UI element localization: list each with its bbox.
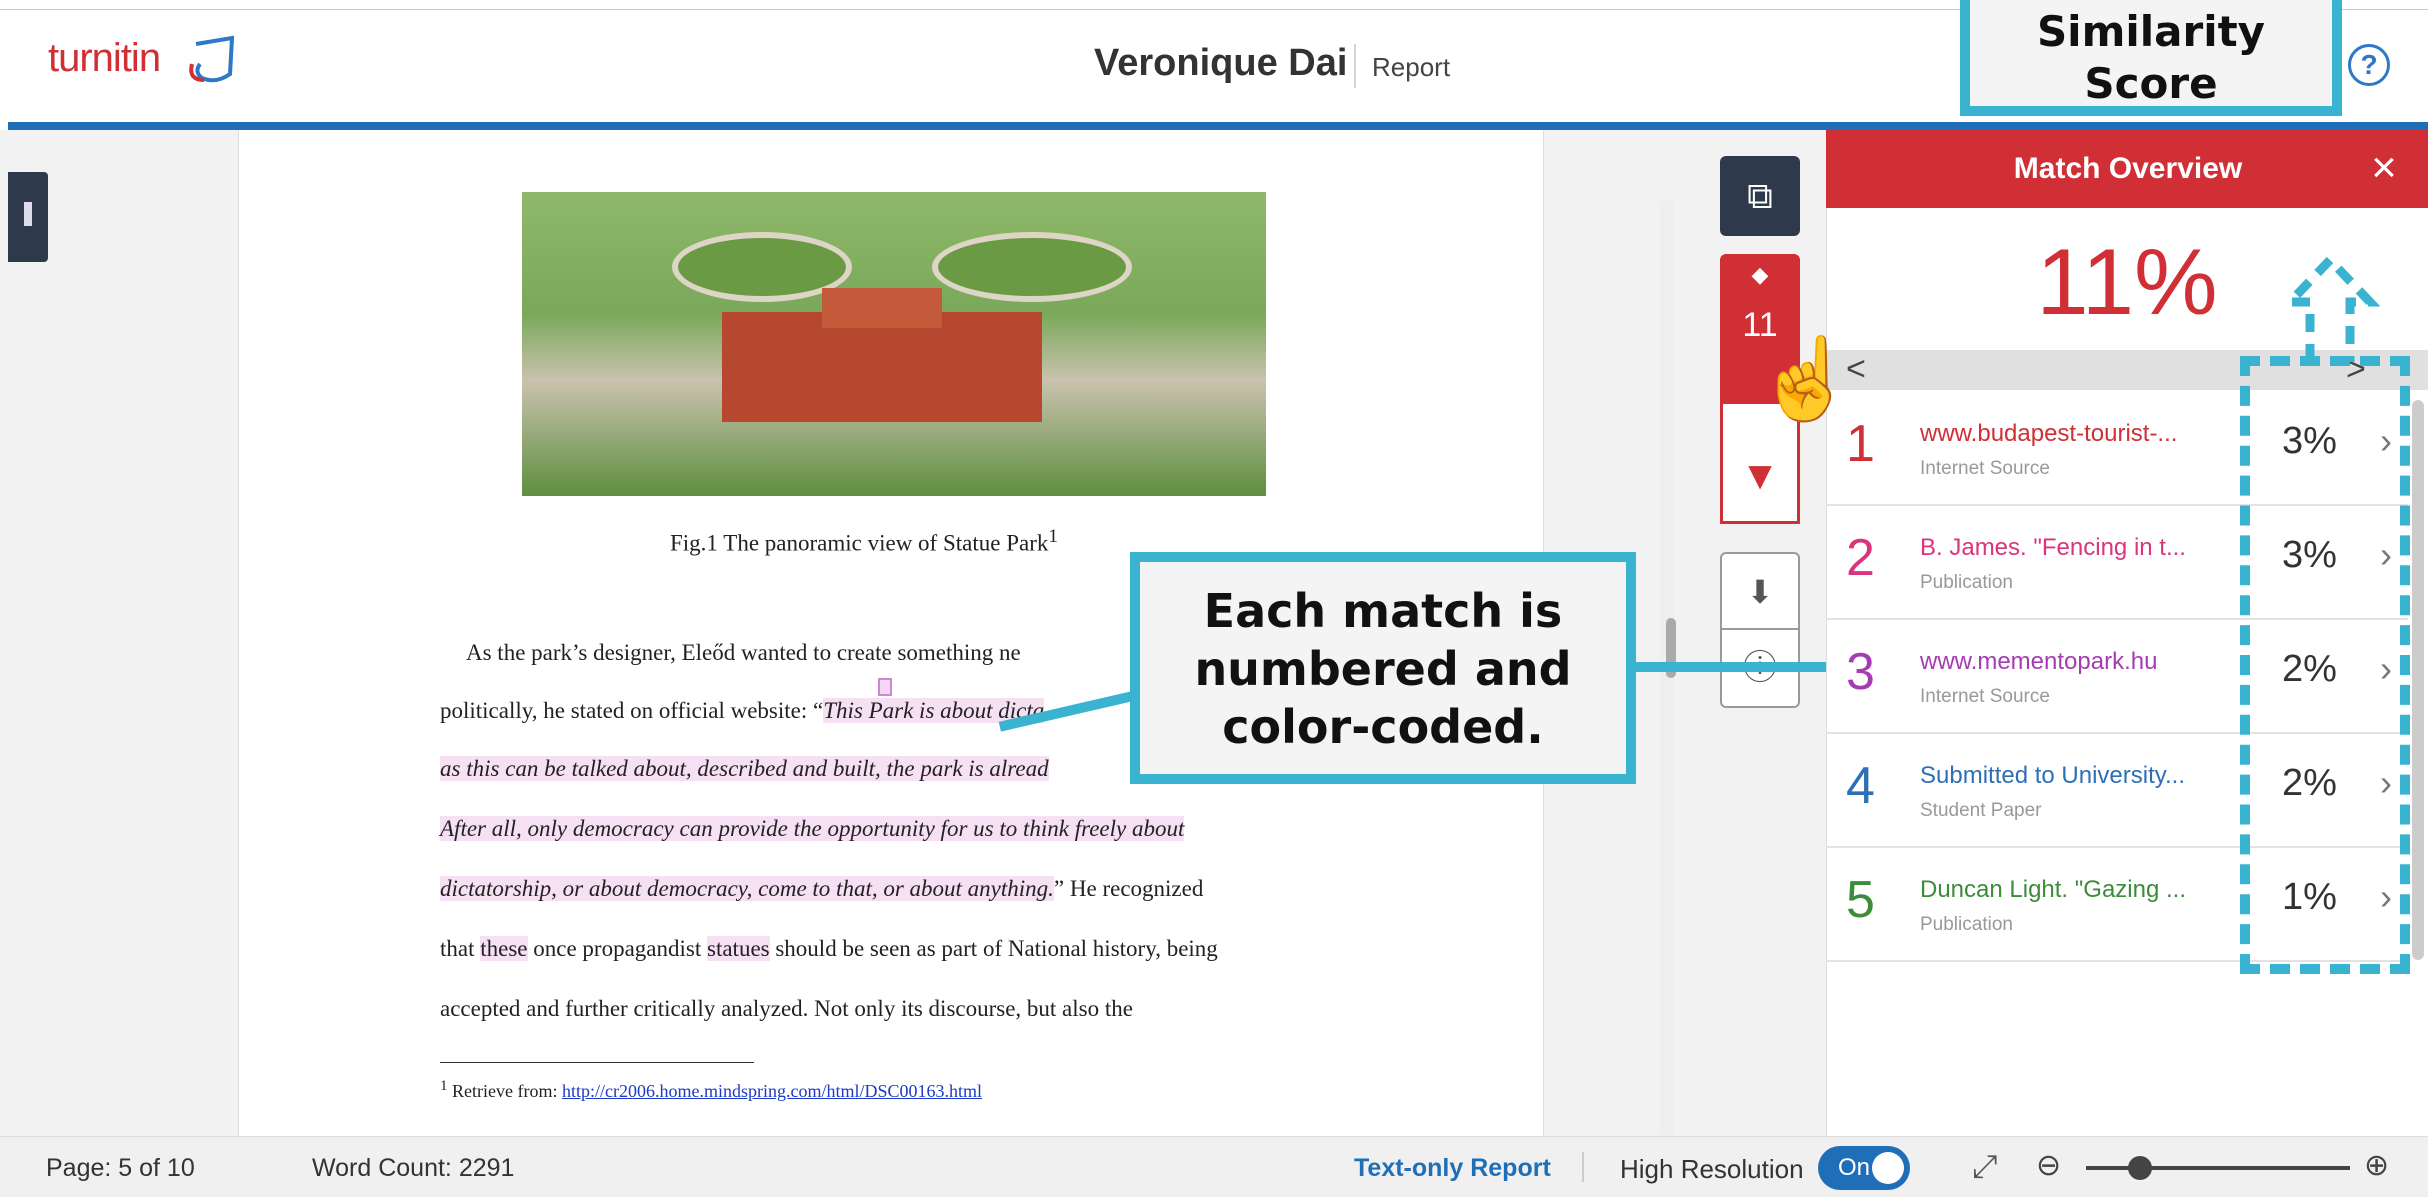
- callout-text: Each match is: [1203, 584, 1563, 638]
- match-number: 4: [1846, 757, 1875, 815]
- callout-text: Score: [2084, 59, 2218, 108]
- zoom-out-icon[interactable]: ⊖: [2036, 1148, 2061, 1183]
- match-callout: Each match is numbered and color-coded.: [1130, 552, 1636, 784]
- callout-text: color-coded.: [1222, 700, 1544, 754]
- document-author: Veronique Dai: [1094, 42, 1348, 84]
- match-type: Internet Source: [1920, 686, 2050, 707]
- turnitin-logo-icon: [189, 35, 235, 83]
- hand-cursor-icon: ☝: [1756, 334, 1856, 423]
- match-number: 2: [1846, 529, 1875, 587]
- sidebar-toggle-icon: [24, 202, 32, 226]
- paragraph-line-5: dictatorship, or about democracy, come t…: [440, 876, 1203, 902]
- percent-column-highlight: [2240, 356, 2410, 974]
- help-icon[interactable]: ?: [2348, 44, 2390, 86]
- caption-superscript: 1: [1048, 526, 1058, 547]
- callout-text: Similarity: [2036, 7, 2266, 56]
- caption-text: Fig.1 The panoramic view of Statue Park: [670, 530, 1049, 556]
- image-building: [722, 312, 1042, 422]
- callout-text: numbered and: [1194, 642, 1572, 696]
- layers-button[interactable]: ⧉: [1720, 156, 1800, 236]
- highlighted-word[interactable]: these: [480, 936, 528, 961]
- line-text: once propagandist: [527, 936, 707, 961]
- match-overview-title: Match Overview: [2013, 152, 2243, 185]
- paragraph-line-2: politically, he stated on official websi…: [440, 698, 1045, 724]
- paragraph-line-6: that these once propagandist statues sho…: [440, 936, 1218, 962]
- line-text: ” He recognized: [1053, 876, 1204, 901]
- image-lawn: [932, 232, 1132, 302]
- footnote-text: Retrieve from:: [452, 1081, 562, 1101]
- match-source: Duncan Light. "Gazing ...: [1920, 876, 2187, 903]
- high-resolution-label: High Resolution: [1620, 1154, 1804, 1184]
- footnote-superscript: 1: [440, 1078, 448, 1094]
- zoom-slider-handle[interactable]: [2128, 1156, 2152, 1180]
- line-text: should be seen as part of National histo…: [769, 936, 1218, 961]
- highlighted-match-text[interactable]: After all, only democracy can provide th…: [440, 816, 1185, 841]
- line-text: that: [440, 936, 481, 961]
- paragraph-line-3: as this can be talked about, described a…: [440, 756, 1049, 782]
- match-number: 5: [1846, 871, 1875, 929]
- word-count: Word Count: 2291: [312, 1154, 515, 1182]
- footer-divider: [1582, 1152, 1584, 1182]
- document-subtitle: Report: [1372, 52, 1451, 82]
- dashed-arrow-icon: [2280, 253, 2380, 362]
- zoom-slider[interactable]: [2086, 1166, 2350, 1170]
- figure-caption: Fig.1 The panoramic view of Statue Park1: [670, 526, 1058, 557]
- match-number: 3: [1846, 643, 1875, 701]
- match-source: www.budapest-tourist-...: [1920, 420, 2178, 447]
- footnote: 1 Retrieve from: http://cr2006.home.mind…: [440, 1078, 982, 1102]
- match-type: Student Paper: [1920, 800, 2042, 821]
- download-icon[interactable]: ⬇: [1722, 554, 1798, 630]
- match-type: Publication: [1920, 572, 2013, 593]
- turnitin-logo[interactable]: turnitin: [48, 36, 161, 81]
- layers-small-icon: ◆: [1751, 262, 1769, 287]
- header-accent-bar: [8, 122, 2428, 130]
- footnote-link[interactable]: http://cr2006.home.mindspring.com/html/D…: [562, 1081, 982, 1101]
- paragraph-line-4: After all, only democracy can provide th…: [440, 816, 1185, 842]
- statue-park-image: [522, 192, 1266, 496]
- callout-connector: [1636, 662, 1826, 672]
- panel-scrollbar[interactable]: [2412, 400, 2424, 960]
- toggle-label: On: [1838, 1154, 1871, 1181]
- image-building-roof: [822, 288, 942, 328]
- layers-icon: ⧉: [1747, 175, 1773, 216]
- match-type: Internet Source: [1920, 458, 2050, 479]
- match-marker-icon[interactable]: [878, 678, 892, 696]
- match-source: B. James. "Fencing in t...: [1920, 534, 2186, 561]
- highlighted-match-text[interactable]: dictatorship, or about democracy, come t…: [440, 876, 1054, 901]
- title-divider: [1354, 44, 1356, 88]
- tool-group: ⬇ⓘ: [1720, 552, 1800, 708]
- match-type: Publication: [1920, 914, 2013, 935]
- similarity-score-callout: Similarity Score: [1960, 0, 2342, 116]
- close-icon[interactable]: ×: [2340, 130, 2428, 208]
- page-indicator: Page: 5 of 10: [46, 1154, 195, 1182]
- toggle-knob: [1872, 1152, 1904, 1184]
- fullscreen-icon[interactable]: ⤢: [1972, 1148, 1998, 1186]
- match-source: www.mementopark.hu: [1920, 648, 2158, 675]
- line-text: politically, he stated on official websi…: [440, 698, 824, 723]
- highlighted-match-text[interactable]: as this can be talked about, described a…: [440, 756, 1049, 781]
- footnote-divider: [440, 1062, 754, 1063]
- highlighted-word[interactable]: statues: [707, 936, 770, 961]
- paragraph-line-1: As the park’s designer, Eleőd wanted to …: [466, 640, 1021, 665]
- text-only-report-link[interactable]: Text-only Report: [1354, 1154, 1551, 1183]
- paragraph-line-7: accepted and further critically analyzed…: [440, 996, 1133, 1021]
- sidebar-toggle-button[interactable]: [8, 172, 48, 262]
- zoom-in-icon[interactable]: ⊕: [2364, 1148, 2389, 1183]
- match-source: Submitted to University...: [1920, 762, 2185, 789]
